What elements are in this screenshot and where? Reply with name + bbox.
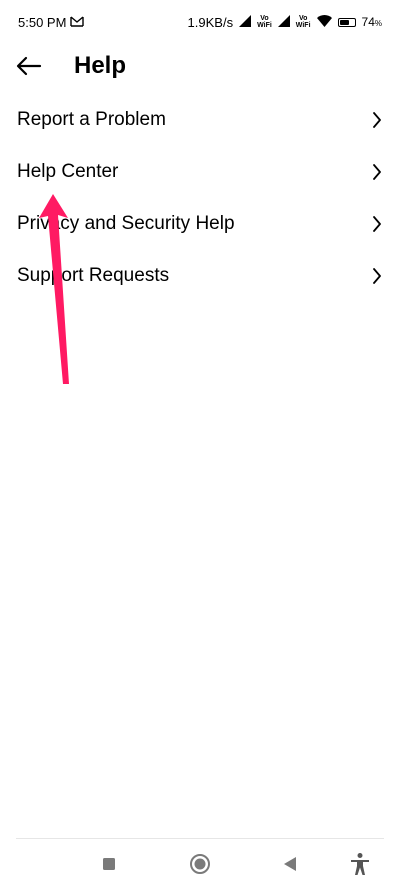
chevron-right-icon: [370, 162, 384, 182]
status-bar: 5:50 PM 1.9KB/s Vo WiFi Vo WiFi 74%: [0, 0, 400, 44]
back-triangle-icon: [284, 857, 296, 871]
vowifi-bottom: WiFi: [257, 22, 272, 29]
home-circle-icon: [190, 854, 210, 874]
header: Help: [0, 44, 400, 88]
recents-square-icon: [103, 858, 115, 870]
signal-icon-2: [277, 14, 290, 30]
status-left: 5:50 PM: [18, 14, 85, 30]
vowifi-icon-2: Vo WiFi: [296, 15, 311, 29]
back-button[interactable]: [14, 51, 44, 81]
status-time: 5:50 PM: [18, 14, 67, 30]
battery-fill: [339, 19, 350, 25]
signal-icon: [239, 14, 252, 30]
page-title: Help: [74, 52, 127, 79]
vowifi-top: Vo: [260, 15, 269, 22]
nav-back-button[interactable]: [277, 851, 303, 877]
menu-item-help-center[interactable]: Help Center: [0, 146, 400, 198]
vowifi-top-2: Vo: [298, 15, 308, 22]
wifi-icon: [316, 14, 332, 30]
status-right: 1.9KB/s Vo WiFi Vo WiFi 74%: [187, 14, 382, 30]
vowifi-icon: Vo WiFi: [257, 15, 272, 29]
menu-item-label: Help Center: [17, 161, 119, 182]
chevron-right-icon: [370, 214, 384, 234]
network-speed: 1.9KB/s: [187, 14, 234, 30]
recents-button[interactable]: [96, 851, 122, 877]
menu-item-privacy-security-help[interactable]: Privacy and Security Help: [0, 198, 400, 250]
battery-suffix: %: [374, 19, 382, 28]
accessibility-icon: [351, 853, 369, 875]
menu-item-label: Support Requests: [17, 265, 170, 286]
battery-value: 74: [361, 15, 375, 29]
system-nav-bar: [0, 839, 400, 889]
accessibility-button[interactable]: [347, 851, 373, 877]
help-menu: Report a Problem Help Center Privacy and…: [0, 94, 400, 302]
battery-icon: [337, 17, 356, 27]
menu-item-report-problem[interactable]: Report a Problem: [0, 94, 400, 146]
menu-item-label: Privacy and Security Help: [17, 213, 235, 234]
arrow-left-icon: [16, 56, 42, 76]
menu-item-label: Report a Problem: [17, 109, 166, 130]
vowifi-bottom-2: WiFi: [295, 22, 311, 29]
chevron-right-icon: [370, 266, 384, 286]
battery-percent: 74%: [362, 15, 382, 29]
home-button[interactable]: [187, 851, 213, 877]
chevron-right-icon: [370, 110, 384, 130]
gmail-icon: [70, 15, 85, 30]
menu-item-support-requests[interactable]: Support Requests: [0, 250, 400, 302]
